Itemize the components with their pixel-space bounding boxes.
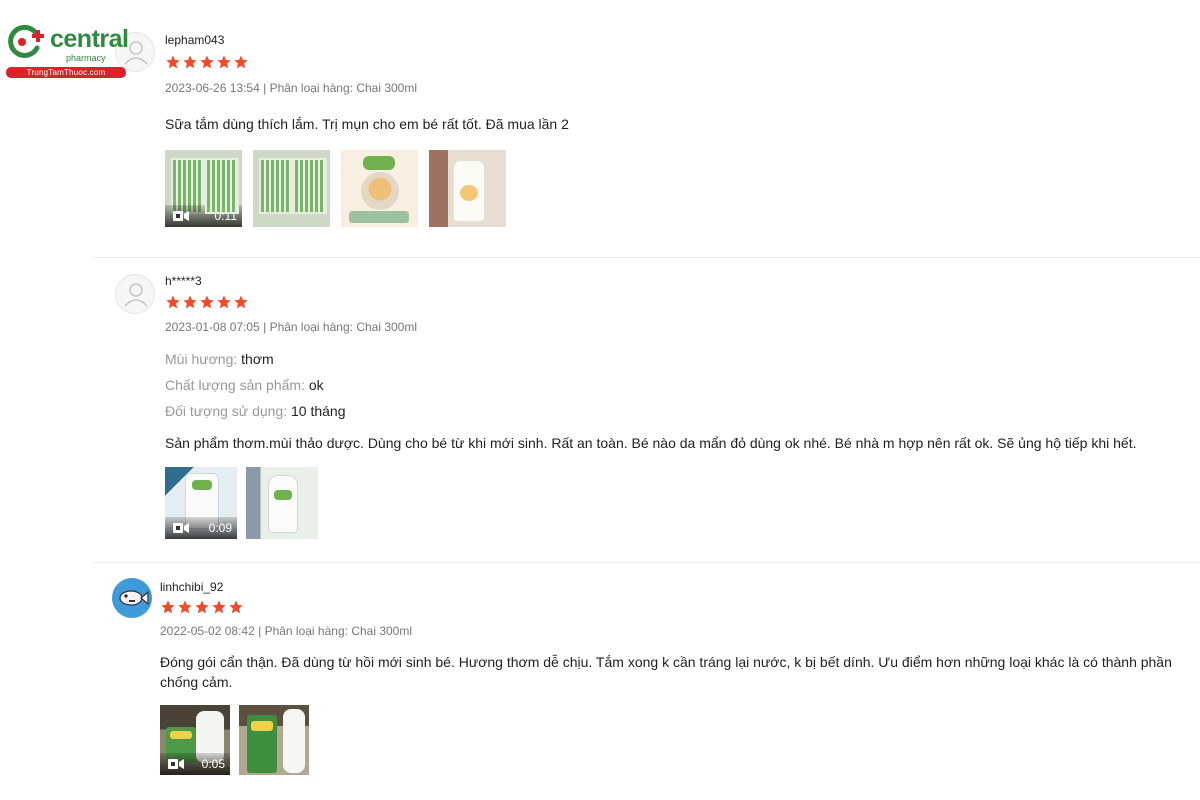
rating-stars [165, 54, 249, 70]
default-user-icon [124, 283, 148, 307]
star-icon [183, 55, 197, 69]
attribute-value: ok [308, 377, 324, 393]
variant-value: Chai 300ml [356, 320, 418, 334]
meta-separator: | [258, 624, 262, 638]
review-image-thumbnail[interactable] [239, 705, 309, 775]
review-video-thumbnail[interactable]: 0:09 [165, 467, 237, 539]
star-icon [217, 295, 231, 309]
video-duration: 0:11 [214, 209, 237, 223]
review-image-thumbnail[interactable] [429, 150, 506, 227]
review-attribute-scent: Mùi hương: thơm [165, 351, 274, 367]
star-icon [166, 295, 180, 309]
meta-separator: | [263, 320, 267, 334]
variant-label: Phân loại hàng: [269, 81, 353, 95]
review-image-thumbnail[interactable] [253, 150, 330, 227]
star-icon [234, 55, 248, 69]
review-meta: 2023-01-08 07:05 | Phân loại hàng: Chai … [165, 320, 417, 334]
review-media: 0:11 [165, 150, 506, 227]
star-icon [212, 600, 226, 614]
video-camera-icon [168, 759, 184, 769]
reviewer-username[interactable]: h*****3 [165, 274, 202, 288]
review-attribute-target-user: Đối tượng sử dụng: 10 tháng [165, 403, 346, 419]
video-camera-icon [173, 523, 189, 533]
review-video-thumbnail[interactable]: 0:05 [160, 705, 230, 775]
rating-stars [160, 599, 244, 615]
logo-site-label: TrungTamThuoc.com [6, 67, 126, 78]
star-icon [178, 600, 192, 614]
variant-label: Phân loại hàng: [269, 320, 353, 334]
variant-value: Chai 300ml [351, 624, 413, 638]
logo-subtitle: pharmacy [66, 53, 106, 63]
review-video-thumbnail[interactable]: 0:11 [165, 150, 242, 227]
attribute-value: thơm [241, 351, 274, 367]
review-date: 2023-01-08 07:05 [165, 320, 260, 334]
variant-label: Phân loại hàng: [264, 624, 348, 638]
review-meta: 2023-06-26 13:54 | Phân loại hàng: Chai … [165, 81, 417, 95]
meta-separator: | [263, 81, 267, 95]
review-media: 0:05 [160, 705, 309, 775]
video-camera-icon [173, 211, 189, 221]
star-icon [200, 295, 214, 309]
video-duration: 0:05 [201, 757, 225, 771]
review-attribute-quality: Chất lượng sản phẩm: ok [165, 377, 324, 393]
video-duration: 0:09 [208, 521, 232, 535]
review-date: 2023-06-26 13:54 [165, 81, 260, 95]
review-date: 2022-05-02 08:42 [160, 624, 255, 638]
reviewer-username[interactable]: linhchibi_92 [160, 580, 223, 594]
review-divider [93, 562, 1200, 563]
review-image-thumbnail[interactable] [341, 150, 418, 227]
star-icon [217, 55, 231, 69]
attribute-label: Chất lượng sản phẩm: [165, 377, 305, 393]
attribute-label: Đối tượng sử dụng: [165, 403, 288, 419]
attribute-label: Mùi hương: [165, 351, 238, 367]
fish-avatar-icon [119, 590, 149, 606]
reviewer-avatar[interactable] [115, 274, 155, 314]
logo-brand-name: central [50, 25, 129, 53]
rating-stars [165, 294, 249, 310]
review-media: 0:09 [165, 467, 318, 539]
star-icon [200, 55, 214, 69]
central-logo-icon [8, 24, 44, 58]
star-icon [161, 600, 175, 614]
star-icon [229, 600, 243, 614]
review-content: Sản phẩm thơm.mùi thảo dược. Dùng cho bé… [165, 435, 1137, 451]
review-content: Sữa tắm dùng thích lắm. Trị mụn cho em b… [165, 116, 569, 132]
reviewer-username[interactable]: lepham043 [165, 33, 224, 47]
star-icon [195, 600, 209, 614]
variant-value: Chai 300ml [356, 81, 418, 95]
reviewer-avatar[interactable] [112, 578, 152, 618]
star-icon [183, 295, 197, 309]
attribute-value: 10 tháng [291, 403, 346, 419]
review-content: Đóng gói cẩn thận. Đã dùng từ hồi mới si… [160, 654, 1172, 690]
review-divider [93, 257, 1200, 258]
review-image-thumbnail[interactable] [246, 467, 318, 539]
review-meta: 2022-05-02 08:42 | Phân loại hàng: Chai … [160, 624, 412, 638]
star-icon [166, 55, 180, 69]
star-icon [234, 295, 248, 309]
brand-logo[interactable]: central pharmacy TrungTamThuoc.com [6, 22, 129, 82]
